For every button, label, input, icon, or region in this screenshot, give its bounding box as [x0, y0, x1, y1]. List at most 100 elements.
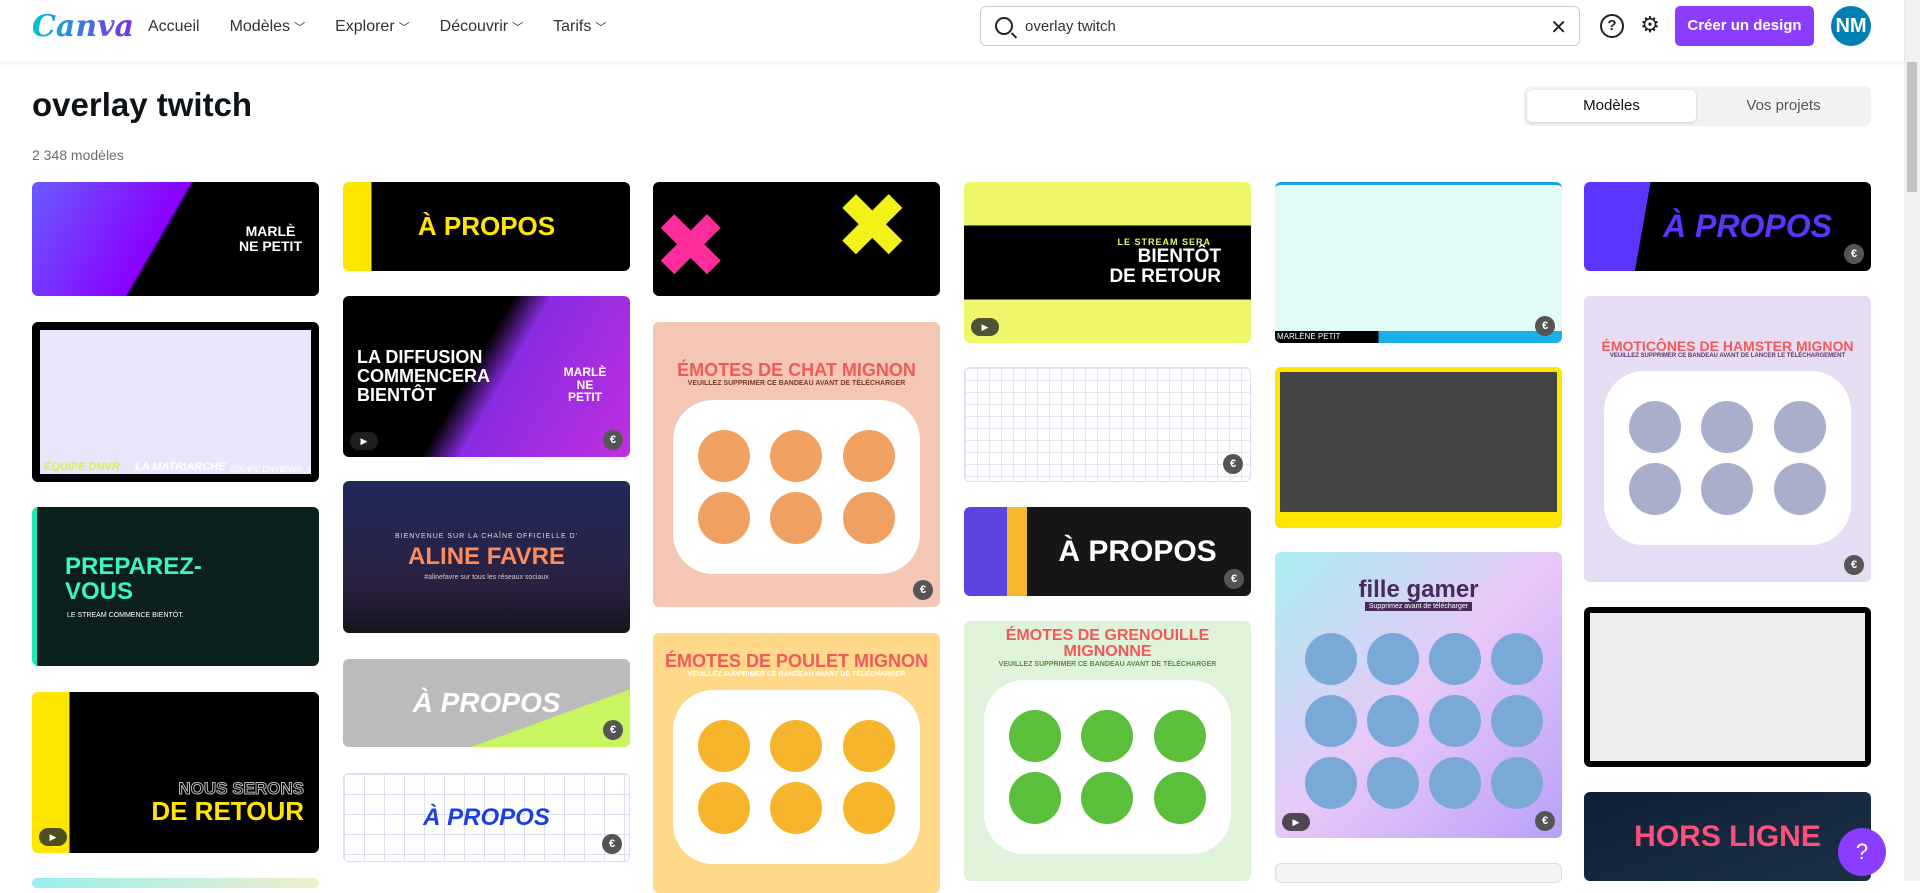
- emote-grid: [1295, 623, 1544, 819]
- template-card[interactable]: ÉMOTES DE POULET MIGNON VEUILLEZ SUPPRIME…: [653, 633, 940, 893]
- template-card[interactable]: PREPAREZ- VOUS LE STREAM COMMENCE BIENTÔT.: [32, 507, 319, 666]
- tab-modeles[interactable]: Modèles: [1527, 90, 1696, 122]
- card-text: ✖: [834, 182, 910, 277]
- card-text: À PROPOS: [412, 687, 561, 719]
- template-card[interactable]: À PROPOS €: [964, 507, 1251, 596]
- card-text: LES BANDITS DALTONS: [1282, 516, 1376, 526]
- card-text: HORS LIGNE: [1634, 819, 1821, 853]
- search-bar: ✕: [980, 6, 1580, 46]
- emote-thumbnail: [1009, 710, 1062, 763]
- emote-thumbnail: [698, 429, 751, 482]
- emote-thumbnail: [1701, 401, 1754, 454]
- template-card[interactable]: ✖ ✖: [653, 182, 940, 296]
- card-text: ÉQUIPE DNVR: [230, 464, 286, 474]
- template-card[interactable]: À PROPOS €: [343, 659, 630, 747]
- scrollbar-thumb[interactable]: [1907, 62, 1917, 192]
- chevron-down-icon: ﹀: [512, 22, 524, 34]
- nav-tarifs[interactable]: Tarifs ﹀: [553, 18, 606, 36]
- card-text: BIENVENUE SUR LA CHAÎNE OFFICIELLE D': [394, 533, 579, 541]
- search-input[interactable]: [1025, 17, 1525, 35]
- card-text: BIENTÔT: [357, 384, 436, 405]
- nav-accueil[interactable]: Accueil: [148, 18, 200, 36]
- template-card[interactable]: ÉMOTES DE CHAT MIGNON VEUILLEZ SUPPRIMER …: [653, 322, 940, 607]
- emote-thumbnail: [770, 782, 823, 835]
- help-fab-button[interactable]: ?: [1838, 828, 1886, 876]
- emote-thumbnail: [1429, 757, 1482, 810]
- card-text: MARLÈ: [245, 223, 296, 240]
- card-text: ÉQUIPE DNVR: [44, 461, 120, 474]
- emote-thumbnail: [842, 720, 895, 773]
- nav-label: Accueil: [148, 18, 200, 35]
- template-card[interactable]: À PROPOS €: [1584, 182, 1871, 271]
- canva-logo[interactable]: Canva: [32, 9, 134, 44]
- template-card[interactable]: LE STREAM SERA BIENTÔT DE RETOUR ▶: [964, 182, 1251, 343]
- template-card[interactable]: BIENVENUE SUR LA CHAÎNE OFFICIELLE D' ALI…: [343, 481, 630, 633]
- template-card[interactable]: À PROPOS: [343, 182, 630, 271]
- card-text: LE STREAM COMMENCE BIENTÔT.: [67, 612, 184, 620]
- template-card[interactable]: €: [964, 367, 1251, 482]
- emote-thumbnail: [698, 720, 751, 773]
- template-card[interactable]: [1584, 607, 1871, 767]
- card-text: DE RETOUR: [151, 795, 304, 826]
- emote-thumbnail: [1429, 633, 1482, 686]
- tab-vos-projets[interactable]: Vos projets: [1699, 90, 1868, 122]
- card-text: À PROPOS: [423, 803, 550, 831]
- template-card[interactable]: ÉMOTES DE GRENOUILLE MIGNONNE VEUILLEZ SU…: [964, 621, 1251, 881]
- create-design-button[interactable]: Créer un design: [1675, 6, 1814, 46]
- emote-thumbnail: [1367, 633, 1420, 686]
- template-card[interactable]: NOUS SERONS DE RETOUR ▶: [32, 692, 319, 853]
- nav-label: Découvrir: [439, 18, 509, 35]
- card-text: VEUILLEZ SUPPRIMER CE BANDEAU AVANT DE L…: [1609, 353, 1846, 360]
- help-icon[interactable]: ?: [1600, 14, 1624, 38]
- emote-thumbnail: [1773, 401, 1826, 454]
- nav-modeles[interactable]: Modèles ﹀: [230, 18, 305, 36]
- nav-explorer[interactable]: Explorer ﹀: [335, 18, 410, 36]
- template-card[interactable]: [1275, 863, 1562, 883]
- template-card[interactable]: ÉQUIPE DNVR LA MATRIARCHE ÉQUIPE DNVR DNVR_…: [32, 322, 319, 482]
- card-text: VOUS: [65, 577, 134, 605]
- nav-label: Explorer: [335, 18, 395, 35]
- emote-thumbnail: [770, 429, 823, 482]
- gear-icon[interactable]: ⚙: [1638, 14, 1662, 38]
- video-play-icon: ▶: [39, 828, 67, 846]
- card-text: ÉMOTICÔNES DE HAMSTER MIGNON: [1601, 337, 1854, 354]
- emote-thumbnail: [1701, 463, 1754, 516]
- template-card[interactable]: ÉMOTICÔNES DE HAMSTER MIGNON VEUILLEZ SUP…: [1584, 296, 1871, 582]
- clear-search-icon[interactable]: ✕: [1550, 15, 1567, 40]
- premium-euro-icon: €: [603, 720, 623, 740]
- video-play-icon: ▶: [971, 318, 999, 336]
- template-card[interactable]: HORS LIGNE: [1584, 792, 1871, 881]
- avatar[interactable]: NM: [1831, 6, 1871, 46]
- emote-grid: [673, 690, 920, 865]
- top-navigation: Canva Accueil Modèles ﹀ Explorer ﹀ Découvr…: [0, 0, 1904, 62]
- emote-thumbnail: [1773, 463, 1826, 516]
- premium-euro-icon: €: [1535, 811, 1555, 831]
- emote-thumbnail: [1491, 695, 1544, 748]
- emote-grid: [1604, 371, 1851, 546]
- template-card[interactable]: LES BANDITS DALTONS: [1275, 367, 1562, 528]
- emote-thumbnail: [1629, 463, 1682, 516]
- card-text: #alinefavre sur tous les réseaux sociaux: [424, 573, 549, 581]
- premium-euro-icon: €: [1844, 555, 1864, 575]
- premium-euro-icon: €: [1535, 316, 1555, 336]
- video-play-icon: ▶: [350, 432, 378, 450]
- emote-thumbnail: [1429, 695, 1482, 748]
- template-card[interactable]: fille gamer Supprimez avant de télécharge…: [1275, 552, 1562, 838]
- emote-thumbnail: [1305, 633, 1358, 686]
- nav-decouvrir[interactable]: Découvrir ﹀: [440, 18, 523, 36]
- card-text: DE RETOUR: [1109, 266, 1221, 288]
- card-text: Supprimez avant de télécharger: [1364, 601, 1473, 612]
- template-card[interactable]: MARLÈNE PETIT €: [1275, 182, 1562, 343]
- premium-euro-icon: €: [1844, 244, 1864, 264]
- card-text: À PROPOS: [1663, 207, 1832, 244]
- template-card[interactable]: À PROPOS €: [343, 773, 630, 862]
- card-text: ✖: [653, 197, 729, 296]
- emote-grid: [984, 680, 1231, 855]
- template-card[interactable]: [32, 878, 319, 888]
- page-scrollbar[interactable]: [1904, 0, 1920, 881]
- emote-thumbnail: [1629, 401, 1682, 454]
- template-card[interactable]: LA DIFFUSION COMMENCERA BIENTÔT MARLÈ NE PE…: [343, 296, 630, 457]
- card-text: VEUILLEZ SUPPRIMER CE BANDEAU AVANT DE T…: [687, 670, 906, 678]
- emote-thumbnail: [1153, 710, 1206, 763]
- template-card[interactable]: MARLÈ NE PETIT: [32, 182, 319, 296]
